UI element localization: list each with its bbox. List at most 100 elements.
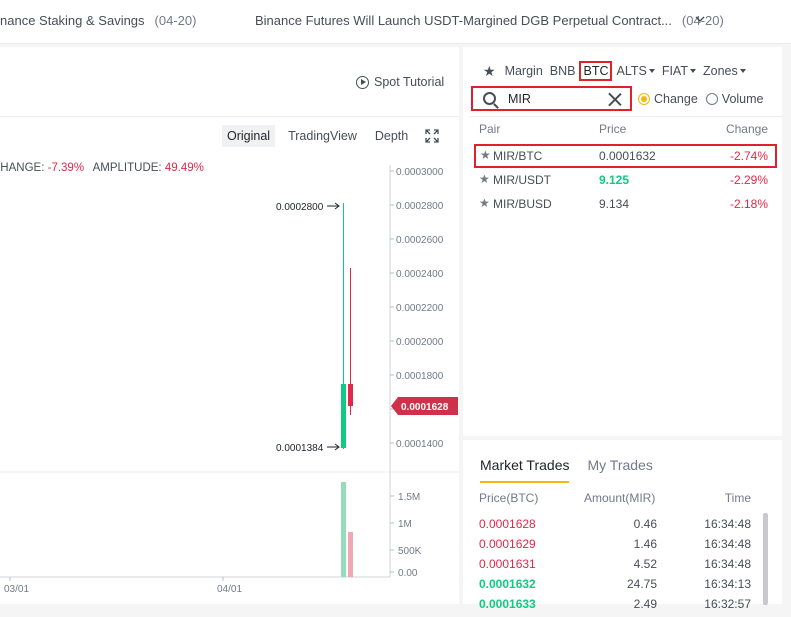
pair-name: MIR/USDT — [493, 173, 551, 187]
pair-price: 9.134 — [599, 197, 630, 211]
trade-amount: 24.75 — [626, 577, 657, 591]
trade-time: 16:32:57 — [704, 597, 751, 611]
category-margin[interactable]: Margin — [505, 64, 543, 78]
price-tick-label: 0.0002400 — [396, 269, 444, 280]
price-tick-label: 0.0002800 — [396, 201, 444, 212]
chevron-down-icon[interactable] — [695, 14, 705, 24]
table-row: 0.0001633 2.49 16:32:57 — [463, 597, 782, 617]
category-label: Margin — [504, 64, 543, 78]
category-label: FIAT — [661, 64, 688, 78]
volume-tick-label: 1.5M — [398, 492, 420, 503]
volume-tick-label: 0.00 — [398, 568, 418, 579]
low-price-label: 0.0001384 — [276, 443, 324, 454]
category-label: BNB — [549, 64, 576, 78]
volume-bar-up — [341, 482, 346, 577]
announcement-item[interactable]: nance Staking & Savings (04-20) — [0, 13, 196, 28]
pair-price: 9.125 — [599, 173, 630, 187]
price-tick-label: 0.0002000 — [396, 337, 444, 348]
table-row: 0.0001632 24.75 16:34:13 — [463, 577, 782, 597]
category-zones[interactable]: Zones — [703, 64, 746, 78]
candlestick-chart[interactable]: 0.0003000 0.0002800 0.0002600 0.0002400 0.00… — [0, 47, 459, 604]
scrollbar[interactable] — [763, 513, 768, 605]
volume-bar-down — [348, 532, 353, 577]
header-amount: Amount(MIR) — [584, 491, 656, 505]
price-tick-label: 0.0003000 — [396, 167, 444, 178]
star-icon[interactable]: ★ — [479, 196, 490, 210]
announcement-date: (04-20) — [154, 13, 197, 28]
trade-time: 16:34:48 — [704, 537, 751, 551]
price-tick-label: 0.0001400 — [396, 439, 444, 450]
table-row: 0.0001629 1.46 16:34:48 — [463, 537, 782, 557]
category-label: BTC — [583, 64, 609, 78]
pair-list: ★ MIR/BTC 0.0001632 -2.74% ★ MIR/USDT 9.… — [463, 144, 782, 216]
trades-tabs: Market Trades My Trades — [480, 457, 671, 483]
radio-volume-label[interactable]: Volume — [722, 92, 764, 106]
trade-amount: 2.49 — [633, 597, 657, 611]
header-change[interactable]: Change — [726, 122, 768, 136]
star-icon[interactable]: ★ — [483, 63, 496, 80]
sort-toggle: Change Volume — [638, 92, 772, 106]
pair-change: -2.18% — [729, 197, 768, 211]
category-label: ALTS — [616, 64, 647, 78]
radio-volume[interactable] — [705, 93, 718, 105]
category-label: Zones — [702, 64, 738, 78]
candle-body-down — [348, 384, 353, 406]
header-price[interactable]: Price — [599, 122, 626, 136]
trade-price: 0.0001629 — [479, 537, 536, 551]
category-fiat[interactable]: FIAT — [662, 64, 696, 78]
search-box — [471, 86, 632, 111]
volume-tick-label: 500K — [398, 546, 422, 557]
market-categories: ★ Margin BNB BTC ALTS FIAT Zones — [483, 61, 753, 81]
star-icon[interactable]: ★ — [479, 172, 490, 186]
tab-market-trades[interactable]: Market Trades — [480, 457, 570, 483]
category-bnb[interactable]: BNB — [550, 64, 576, 78]
category-btc[interactable]: BTC — [579, 61, 613, 81]
pair-name: MIR/BUSD — [493, 197, 552, 211]
header-price: Price(BTC) — [479, 491, 539, 505]
announcement-bar: nance Staking & Savings (04-20) Binance F… — [0, 0, 791, 44]
pair-price: 0.0001632 — [599, 149, 656, 163]
trades-panel: Market Trades My Trades Price(BTC) Amoun… — [463, 440, 782, 611]
trade-price: 0.0001631 — [479, 557, 536, 571]
trade-time: 16:34:48 — [704, 517, 751, 531]
category-alts[interactable]: ALTS — [616, 64, 655, 78]
announcement-text[interactable]: nance Staking & Savings — [0, 13, 145, 28]
header-pair[interactable]: Pair — [479, 122, 500, 136]
search-input[interactable] — [508, 91, 604, 106]
candle-body-up — [341, 384, 346, 448]
markets-panel: ★ Margin BNB BTC ALTS FIAT Zones Change … — [463, 47, 782, 436]
table-row: 0.0001628 0.46 16:34:48 — [463, 517, 782, 537]
table-row[interactable]: ★ MIR/BTC 0.0001632 -2.74% — [474, 144, 777, 168]
radio-change[interactable] — [638, 93, 650, 105]
table-row[interactable]: ★ MIR/USDT 9.125 -2.29% — [463, 168, 782, 192]
high-price-label: 0.0002800 — [276, 202, 324, 213]
trade-price: 0.0001632 — [479, 577, 536, 591]
trade-price: 0.0001633 — [479, 597, 536, 611]
table-row[interactable]: ★ MIR/BUSD 9.134 -2.18% — [463, 192, 782, 216]
table-row: 0.0001631 4.52 16:34:48 — [463, 557, 782, 577]
trade-amount: 0.46 — [633, 517, 657, 531]
announcement-item[interactable]: Binance Futures Will Launch USDT-Margine… — [255, 13, 724, 28]
price-tick-label: 0.0002600 — [396, 235, 444, 246]
price-tick-label: 0.0001800 — [396, 371, 444, 382]
volume-tick-label: 1M — [398, 519, 412, 530]
announcement-text[interactable]: Binance Futures Will Launch USDT-Margine… — [255, 13, 672, 28]
arrow-right-icon — [327, 202, 340, 210]
trade-time: 16:34:48 — [704, 557, 751, 571]
arrow-right-icon — [327, 443, 340, 451]
trade-time: 16:34:13 — [704, 577, 751, 591]
pair-change: -2.74% — [729, 149, 768, 163]
radio-change-label[interactable]: Change — [654, 92, 698, 106]
pair-change: -2.29% — [729, 173, 768, 187]
header-time: Time — [724, 491, 751, 505]
trade-price: 0.0001628 — [479, 517, 536, 531]
caret-down-icon — [739, 69, 746, 73]
caret-down-icon — [689, 69, 696, 73]
trade-amount: 4.52 — [633, 557, 657, 571]
date-tick-label: 03/01 — [4, 584, 29, 595]
close-icon[interactable] — [608, 92, 622, 106]
tab-my-trades[interactable]: My Trades — [587, 457, 652, 483]
pair-name: MIR/BTC — [493, 149, 543, 163]
star-icon[interactable]: ★ — [480, 148, 491, 162]
trade-amount: 1.46 — [633, 537, 657, 551]
